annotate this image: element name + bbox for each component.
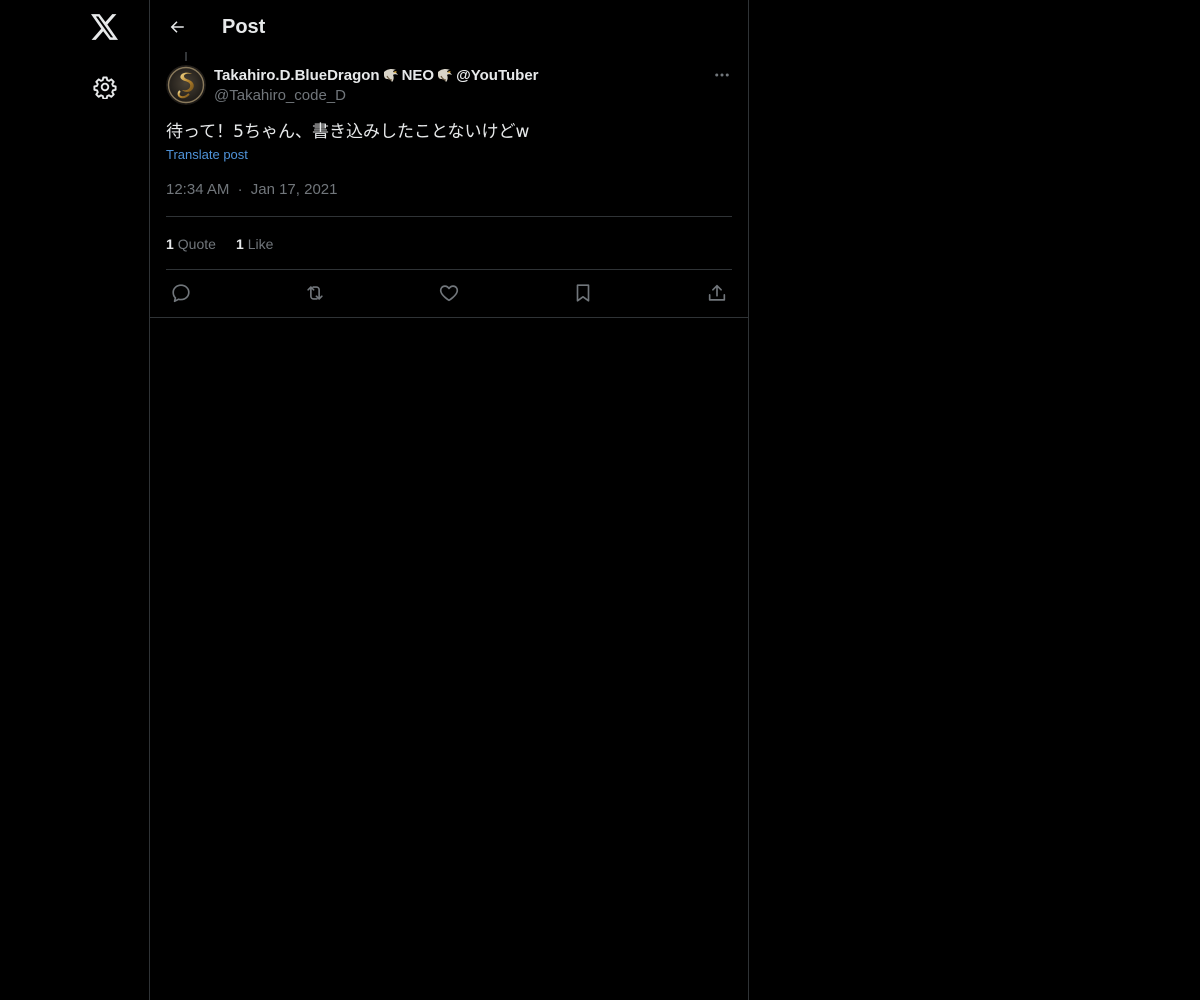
x-logo-icon[interactable] (89, 11, 121, 43)
more-options-button[interactable] (710, 65, 734, 85)
eagle-emoji-icon (436, 66, 454, 84)
thread-connector (185, 52, 187, 61)
reply-icon (172, 284, 190, 303)
author-display-name[interactable]: Takahiro.D.BlueDragon NEO @YouTuber (214, 65, 539, 85)
gear-icon[interactable] (89, 71, 121, 103)
share-icon (708, 284, 726, 301)
repost-icon (307, 286, 323, 300)
meta-separator: · (237, 181, 243, 198)
reply-button[interactable] (169, 281, 193, 305)
quotes-count: 1 (166, 236, 174, 252)
more-horizontal-icon (715, 73, 729, 77)
eagle-emoji-icon (382, 66, 400, 84)
likes-label: Like (247, 236, 274, 252)
action-bar (166, 270, 732, 316)
repost-button[interactable] (303, 281, 327, 305)
likes-count: 1 (235, 236, 244, 252)
divider (150, 317, 748, 318)
quotes-label: Quote (177, 236, 216, 252)
author-handle[interactable]: @Takahiro_code_D (214, 86, 346, 106)
likes-stat[interactable]: 1 Like (236, 233, 273, 255)
left-sidebar (0, 0, 149, 1000)
arrow-left-icon (170, 21, 184, 33)
main-column: Post Takahiro.D.BlueDragon NEO @YouTuber… (149, 0, 749, 1000)
heart-icon (439, 285, 459, 302)
post-stats: 1 Quote 1 Like (166, 233, 273, 255)
bookmark-button[interactable] (571, 281, 595, 305)
header: Post (150, 0, 748, 53)
avatar[interactable] (166, 65, 206, 105)
back-button[interactable] (164, 14, 190, 40)
post-timestamp: 12:34 AM · Jan 17, 2021 (166, 180, 337, 200)
share-button[interactable] (705, 281, 729, 305)
like-button[interactable] (437, 281, 461, 305)
quotes-stat[interactable]: 1 Quote (166, 233, 216, 255)
post-date[interactable]: Jan 17, 2021 (251, 181, 338, 198)
post-time[interactable]: 12:34 AM (166, 181, 229, 198)
translate-post-link[interactable]: Translate post (166, 146, 248, 164)
divider (166, 216, 732, 217)
page-title: Post (222, 16, 266, 38)
bookmark-icon (576, 284, 590, 302)
post-text: 待って！5ちゃん、書き込みしたことないけどw (166, 122, 530, 142)
